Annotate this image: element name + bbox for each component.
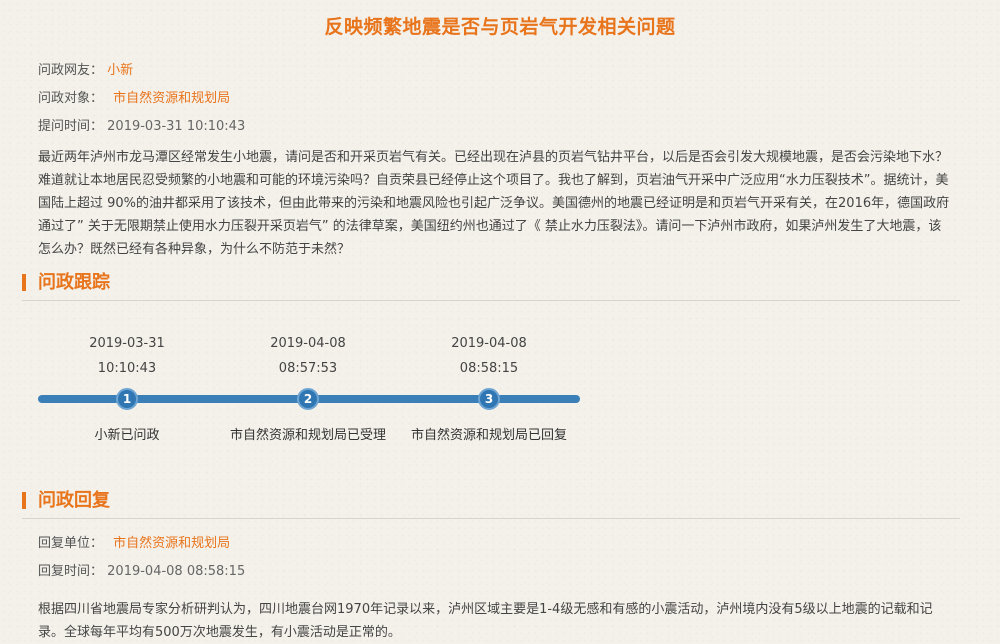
step-2-node: 2 [297, 388, 319, 410]
section-marker [22, 274, 26, 291]
tracking-heading: 问政跟踪 [38, 272, 110, 293]
reply-time-label: 回复时间： [38, 564, 104, 579]
reply-unit-label: 回复单位： [38, 536, 104, 551]
reply-heading: 问政回复 [38, 490, 110, 511]
step-1-label: 小新已问政 [94, 428, 160, 443]
question-target-link[interactable]: 市自然资源和规划局 [113, 91, 230, 106]
questioner-row: 问政网友： 小新 [38, 59, 133, 78]
reply-unit-row: 回复单位： 市自然资源和规划局 [38, 532, 230, 551]
step-2-date: 2019-04-08 [270, 336, 346, 351]
page-title: 反映频繁地震是否与页岩气开发相关问题 [324, 16, 676, 38]
step-2-label: 市自然资源和规划局已受理 [229, 428, 386, 443]
reply-content: 根据四川省地震局专家分析研判认为，四川地震台网1970年记录以来，泸州区域主要是… [38, 602, 933, 640]
step-1-node: 1 [116, 388, 138, 410]
step-3-node: 3 [478, 388, 500, 410]
step-2-time: 08:57:53 [278, 361, 338, 376]
question-time-row: 提问时间： 2019-03-31 10:10:43 [38, 115, 245, 134]
question-time-label: 提问时间： [38, 119, 104, 134]
tracking-timeline: 2019-03-31 10:10:43 1 小新已问政 2019-04-08 0… [0, 330, 1000, 450]
reply-time-value: 2019-04-08 08:58:15 [107, 564, 246, 579]
step-3-date: 2019-04-08 [451, 336, 527, 351]
questioner-label: 问政网友： [38, 63, 104, 78]
question-target-label: 问政对象： [38, 91, 104, 106]
reply-time-row: 回复时间： 2019-04-08 08:58:15 [38, 560, 245, 579]
reply-unit-link[interactable]: 市自然资源和规划局 [113, 536, 230, 551]
reply-section-header: 问政回复 [22, 484, 960, 519]
step-1-time: 10:10:43 [97, 361, 157, 376]
tracking-section-header: 问政跟踪 [22, 266, 960, 301]
question-target-row: 问政对象： 市自然资源和规划局 [38, 87, 230, 106]
step-1-date: 2019-03-31 [89, 336, 165, 351]
step-3-time: 08:58:15 [459, 361, 519, 376]
question-content: 最近两年泸州市龙马潭区经常发生小地震，请问是否和开采页岩气有关。已经出现在泸县的… [38, 150, 950, 257]
section-marker [22, 492, 26, 509]
question-time-value: 2019-03-31 10:10:43 [107, 119, 246, 134]
questioner-link[interactable]: 小新 [107, 63, 133, 78]
step-3-label: 市自然资源和规划局已回复 [410, 428, 567, 443]
